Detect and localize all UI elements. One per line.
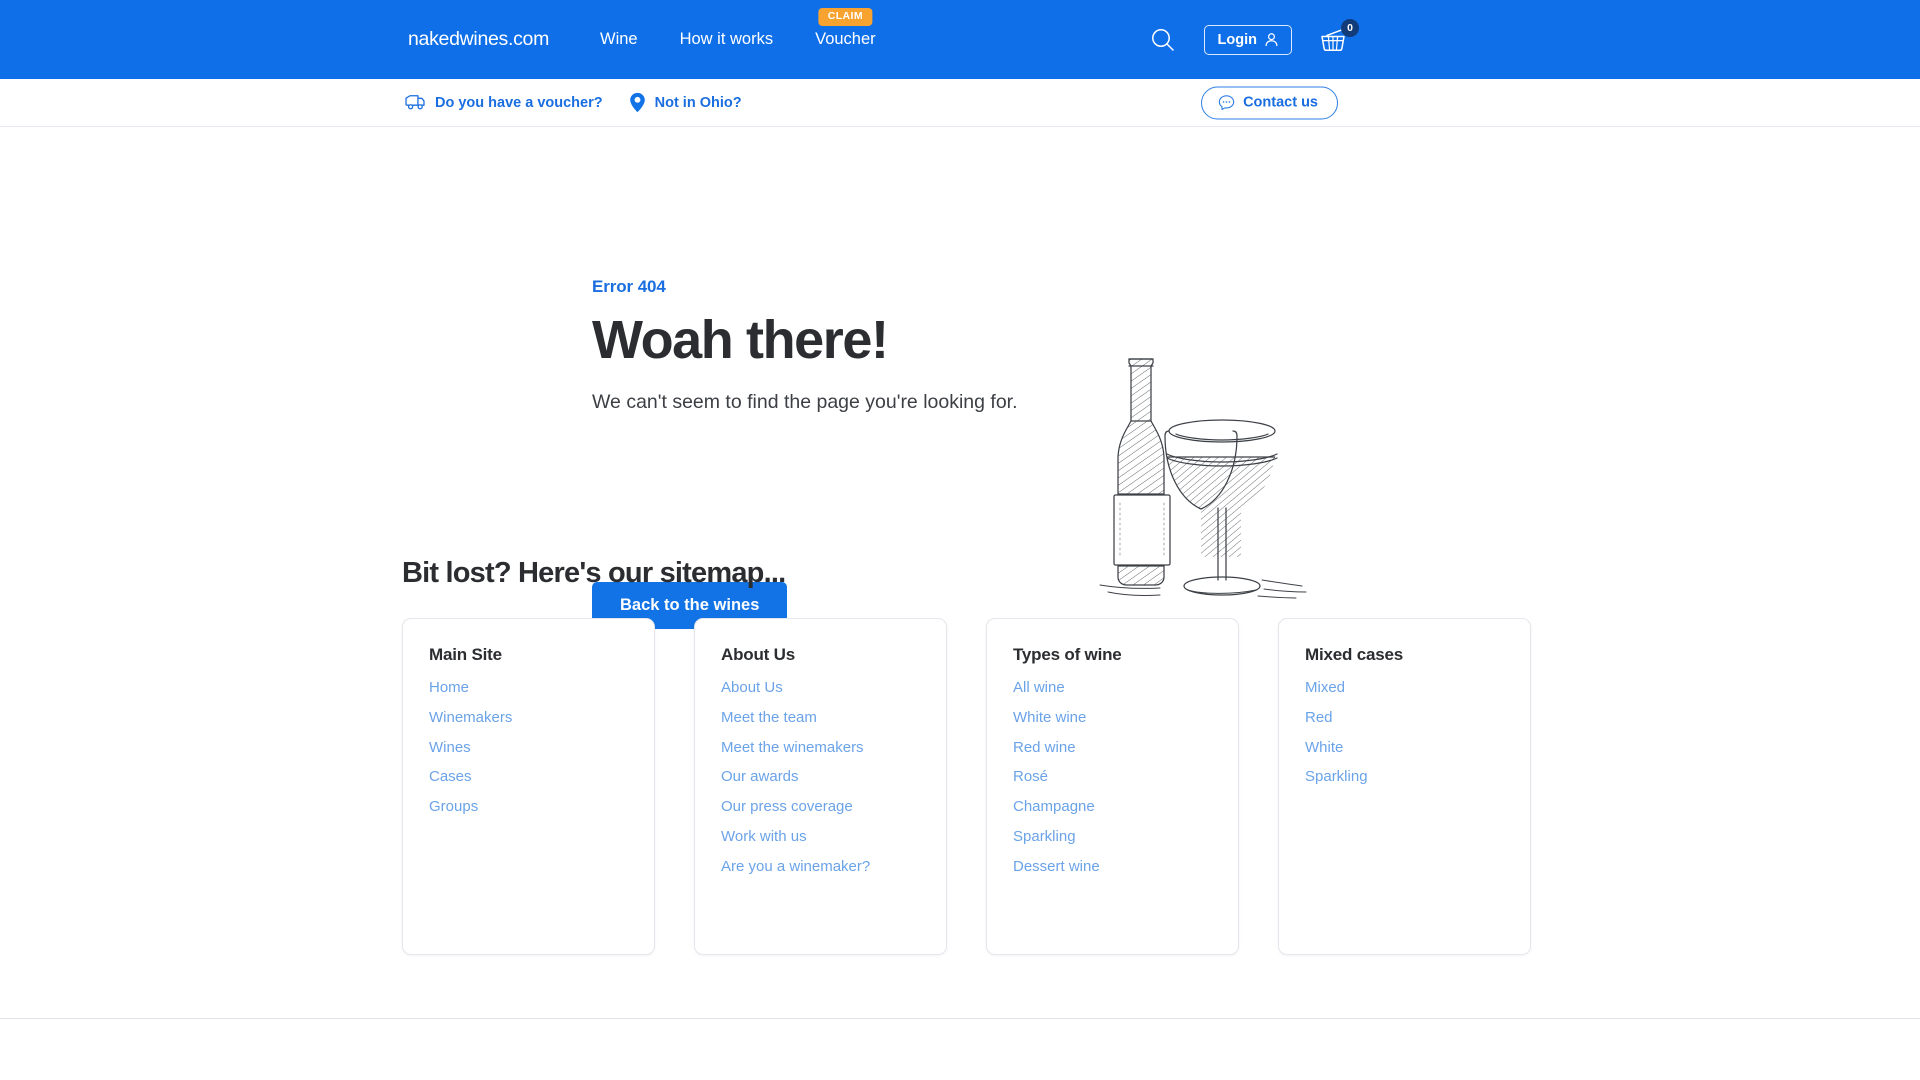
list-item[interactable]: Dessert wine	[1013, 858, 1238, 877]
nav-item-wine[interactable]: Wine	[600, 0, 638, 79]
footer-divider	[0, 1018, 1920, 1019]
sitemap-card-mixed-cases: Mixed cases Mixed Red White Sparkling	[1278, 618, 1531, 955]
list-item[interactable]: Winemakers	[429, 709, 654, 728]
hero-subtitle: We can't seem to find the page you're lo…	[592, 391, 1018, 414]
list-item[interactable]: Sparkling	[1305, 768, 1530, 787]
location-link[interactable]: Not in Ohio?	[629, 92, 742, 113]
list-item[interactable]: Are you a winemaker?	[721, 858, 946, 877]
list-item[interactable]: White wine	[1013, 709, 1238, 728]
list-item[interactable]: About Us	[721, 679, 946, 698]
chat-bubble-icon	[1218, 94, 1235, 110]
secondary-bar: Do you have a voucher? Not in Ohio? Cont…	[0, 79, 1920, 127]
nav-item-voucher[interactable]: CLAIM Voucher	[815, 0, 876, 79]
login-button[interactable]: Login	[1203, 24, 1292, 55]
page-title: Woah there!	[592, 310, 889, 370]
hero-text-block: Error 404 Woah there! We can't seem to f…	[592, 277, 1032, 417]
list-item[interactable]: All wine	[1013, 679, 1238, 698]
sitemap-card-title: About Us	[721, 645, 795, 664]
list-item[interactable]: Sparkling	[1013, 828, 1238, 847]
main-navigation: Wine How it works CLAIM Voucher	[600, 0, 876, 79]
sitemap-section: Bit lost? Here's our sitemap... Main Sit…	[0, 557, 1920, 977]
list-item[interactable]: Rosé	[1013, 768, 1238, 787]
site-logo[interactable]: nakedwines.com	[408, 28, 549, 51]
user-icon	[1265, 33, 1278, 47]
list-item[interactable]: Work with us	[721, 828, 946, 847]
sitemap-card-links: Home Winemakers Wines Cases Groups	[429, 679, 654, 817]
list-item[interactable]: Red	[1305, 709, 1530, 728]
list-item[interactable]: Wines	[429, 739, 654, 758]
sitemap-card-title: Main Site	[429, 645, 502, 664]
list-item[interactable]: Cases	[429, 768, 654, 787]
sitemap-card-links: All wine White wine Red wine Rosé Champa…	[1013, 679, 1238, 876]
list-item[interactable]: Red wine	[1013, 739, 1238, 758]
search-icon	[1151, 28, 1174, 51]
sitemap-card-about-us: About Us About Us Meet the team Meet the…	[694, 618, 947, 955]
list-item[interactable]: Meet the team	[721, 709, 946, 728]
location-pin-icon	[629, 92, 645, 113]
sitemap-card-main-site: Main Site Home Winemakers Wines Cases Gr…	[402, 618, 655, 955]
nav-item-how-it-works-label: How it works	[679, 30, 774, 48]
list-item[interactable]: Champagne	[1013, 798, 1238, 817]
sitemap-cards: Main Site Home Winemakers Wines Cases Gr…	[402, 618, 1531, 955]
header-actions: Login 0	[1146, 0, 1920, 79]
list-item[interactable]: Groups	[429, 798, 654, 817]
basket-count-badge: 0	[1341, 18, 1359, 37]
sitemap-card-links: About Us Meet the team Meet the winemake…	[721, 679, 946, 876]
sitemap-title: Bit lost? Here's our sitemap...	[402, 557, 786, 589]
error-hero-section: Error 404 Woah there! We can't seem to f…	[0, 127, 1920, 629]
list-item[interactable]: Our press coverage	[721, 798, 946, 817]
nav-item-wine-label: Wine	[600, 30, 638, 48]
list-item[interactable]: Meet the winemakers	[721, 739, 946, 758]
primary-header: nakedwines.com Wine How it works CLAIM V…	[0, 0, 1920, 79]
login-button-label: Login	[1217, 31, 1257, 48]
voucher-link-label: Do you have a voucher?	[435, 94, 603, 111]
nav-item-how-it-works[interactable]: How it works	[680, 0, 774, 79]
sitemap-card-links: Mixed Red White Sparkling	[1305, 679, 1530, 787]
error-code-label: Error 404	[592, 277, 666, 296]
sitemap-card-title: Mixed cases	[1305, 645, 1403, 664]
list-item[interactable]: White	[1305, 739, 1530, 758]
list-item[interactable]: Mixed	[1305, 679, 1530, 698]
list-item[interactable]: Our awards	[721, 768, 946, 787]
sitemap-card-types-of-wine: Types of wine All wine White wine Red wi…	[986, 618, 1239, 955]
search-button[interactable]	[1146, 23, 1180, 57]
contact-us-button[interactable]: Contact us	[1201, 86, 1338, 119]
contact-us-label: Contact us	[1243, 94, 1318, 111]
claim-badge: CLAIM	[818, 8, 872, 26]
sitemap-card-title: Types of wine	[1013, 645, 1122, 664]
voucher-link[interactable]: Do you have a voucher?	[404, 94, 603, 112]
delivery-van-icon	[405, 94, 425, 109]
list-item[interactable]: Home	[429, 679, 654, 698]
nav-item-voucher-label: Voucher	[815, 30, 876, 48]
location-link-label: Not in Ohio?	[654, 94, 742, 111]
basket-button[interactable]: 0	[1316, 18, 1359, 58]
secondary-bar-links: Do you have a voucher? Not in Ohio?	[404, 79, 742, 126]
